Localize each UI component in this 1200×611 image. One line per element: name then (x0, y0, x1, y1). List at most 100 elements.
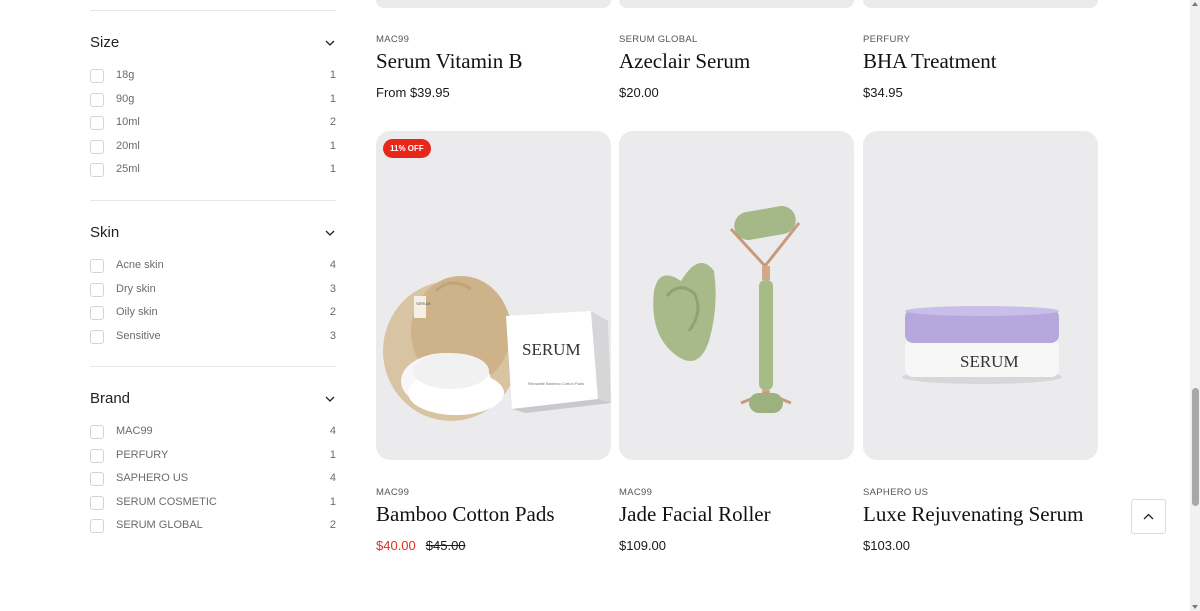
chevron-down-icon[interactable] (324, 393, 336, 405)
product-price: From $39.95 (376, 85, 450, 100)
checkbox[interactable] (90, 425, 104, 439)
cotton-pads-illustration (383, 276, 611, 421)
option-label: 10ml (116, 116, 140, 129)
product-name[interactable]: Azeclair Serum (619, 49, 750, 74)
option-count: 1 (329, 69, 336, 81)
filter-option[interactable]: PERFURY 1 (90, 448, 336, 472)
product-name[interactable]: Jade Facial Roller (619, 502, 771, 527)
product-price: $40.00 $45.00 (376, 538, 466, 553)
product-price: $20.00 (619, 85, 659, 100)
serum-jar-illustration (902, 306, 1062, 384)
chevron-down-icon[interactable] (324, 227, 336, 239)
product-brand: MAC99 (376, 34, 410, 45)
product-image[interactable] (619, 131, 854, 460)
option-label: 18g (116, 69, 135, 81)
checkbox[interactable] (90, 448, 104, 463)
option-label: 90g (116, 92, 135, 105)
option-count: 4 (329, 259, 336, 271)
scroll-to-top-button[interactable] (1131, 499, 1166, 534)
filter-option[interactable]: MAC99 4 (90, 424, 336, 448)
option-count: 4 (329, 425, 336, 437)
checkbox[interactable] (90, 306, 104, 321)
option-label: 25ml (116, 163, 140, 176)
option-label: 20ml (116, 139, 140, 152)
option-label: SERUM COSMETIC (116, 495, 217, 508)
product-brand: MAC99 (376, 487, 410, 498)
filter-header-skin[interactable]: Skin (90, 224, 336, 254)
filter-title-size: Size (90, 34, 120, 51)
filter-option[interactable]: Oily skin 2 (90, 305, 336, 329)
filter-option[interactable]: Dry skin 3 (90, 282, 336, 306)
filter-option[interactable]: 20ml 1 (90, 139, 336, 163)
product-name[interactable]: Bamboo Cotton Pads (376, 502, 555, 527)
filter-option[interactable]: Acne skin 4 (90, 258, 336, 282)
product-name[interactable]: Serum Vitamin B (376, 49, 523, 74)
product-brand: SERUM GLOBAL (619, 34, 698, 45)
product-image-partial[interactable] (619, 0, 854, 8)
product-image-partial[interactable] (376, 0, 611, 8)
chevron-up-icon (1143, 513, 1154, 520)
filter-option[interactable]: Sensitive 3 (90, 329, 336, 353)
product-image[interactable]: 11% OFF SERUM Reusable Bamboo Cotton Pad… (376, 131, 611, 460)
product-brand: SAPHERO US (863, 487, 929, 498)
option-label: SAPHERO US (116, 472, 189, 485)
option-label: PERFURY (116, 448, 169, 461)
option-label: Sensitive (116, 329, 161, 342)
page-scrollbar[interactable] (1190, 0, 1200, 611)
option-count: 1 (329, 139, 336, 152)
option-count: 3 (329, 329, 336, 342)
product-image-partial[interactable] (863, 0, 1098, 8)
checkbox[interactable] (90, 139, 104, 154)
checkbox[interactable] (90, 163, 104, 178)
filter-options-skin: Acne skin 4 Dry skin 3 Oily skin 2 Sensitiv… (90, 258, 336, 352)
divider (90, 366, 336, 367)
box-caption: Reusable Bamboo Cotton Pads (528, 381, 585, 386)
filter-option[interactable]: 18g 1 (90, 68, 336, 92)
filter-option[interactable]: SERUM GLOBAL 2 (90, 518, 336, 542)
filter-option[interactable]: SERUM COSMETIC 1 (90, 495, 336, 519)
filter-title-brand: Brand (90, 390, 131, 407)
filter-option[interactable]: 25ml 1 (90, 162, 336, 186)
filter-header-size[interactable]: Size (90, 34, 336, 64)
option-count: 3 (329, 282, 336, 295)
scroll-thumb[interactable] (1192, 388, 1199, 506)
checkbox[interactable] (90, 329, 104, 344)
option-count: 2 (329, 306, 336, 319)
option-label: SERUM GLOBAL (116, 519, 203, 532)
checkbox[interactable] (90, 472, 104, 487)
filter-group-skin: Skin Acne skin 4 Dry skin 3 Oily skin 2 Sen… (90, 224, 336, 344)
option-count: 1 (329, 495, 336, 508)
scroll-up-icon[interactable] (1192, 2, 1198, 6)
product-name[interactable]: BHA Treatment (863, 49, 997, 74)
filter-group-size: Size 18g 1 90g 1 10ml 2 20ml 1 25ml 1 (90, 34, 336, 178)
jade-roller-illustration (653, 206, 801, 413)
filter-options-size: 18g 1 90g 1 10ml 2 20ml 1 25ml 1 (90, 68, 336, 186)
option-count: 1 (329, 448, 336, 461)
product-image[interactable]: SERUM (863, 131, 1098, 460)
checkbox[interactable] (90, 519, 104, 534)
chevron-down-icon[interactable] (324, 37, 336, 49)
filter-options-brand: MAC99 4 PERFURY 1 SAPHERO US 4 SERUM COSMET… (90, 424, 336, 542)
option-label: MAC99 (116, 425, 153, 437)
option-label: Dry skin (116, 282, 156, 295)
checkbox[interactable] (90, 116, 104, 131)
divider (90, 200, 336, 201)
option-label: Oily skin (116, 306, 158, 319)
product-price: $103.00 (863, 538, 910, 553)
compare-price: $45.00 (425, 538, 466, 553)
product-name[interactable]: Luxe Rejuvenating Serum (863, 502, 1083, 527)
option-count: 2 (329, 519, 336, 532)
checkbox[interactable] (90, 69, 104, 83)
filter-option[interactable]: SAPHERO US 4 (90, 471, 336, 495)
filter-option[interactable]: 10ml 2 (90, 115, 336, 139)
scroll-down-icon[interactable] (1192, 605, 1198, 609)
checkbox[interactable] (90, 259, 104, 273)
filter-title-skin: Skin (90, 224, 120, 241)
checkbox[interactable] (90, 92, 104, 107)
box-logo: SERUM (522, 340, 581, 359)
filter-header-brand[interactable]: Brand (90, 390, 336, 420)
checkbox[interactable] (90, 282, 104, 297)
filter-option[interactable]: 90g 1 (90, 92, 336, 116)
sale-price: $40.00 (376, 538, 416, 553)
checkbox[interactable] (90, 495, 104, 510)
